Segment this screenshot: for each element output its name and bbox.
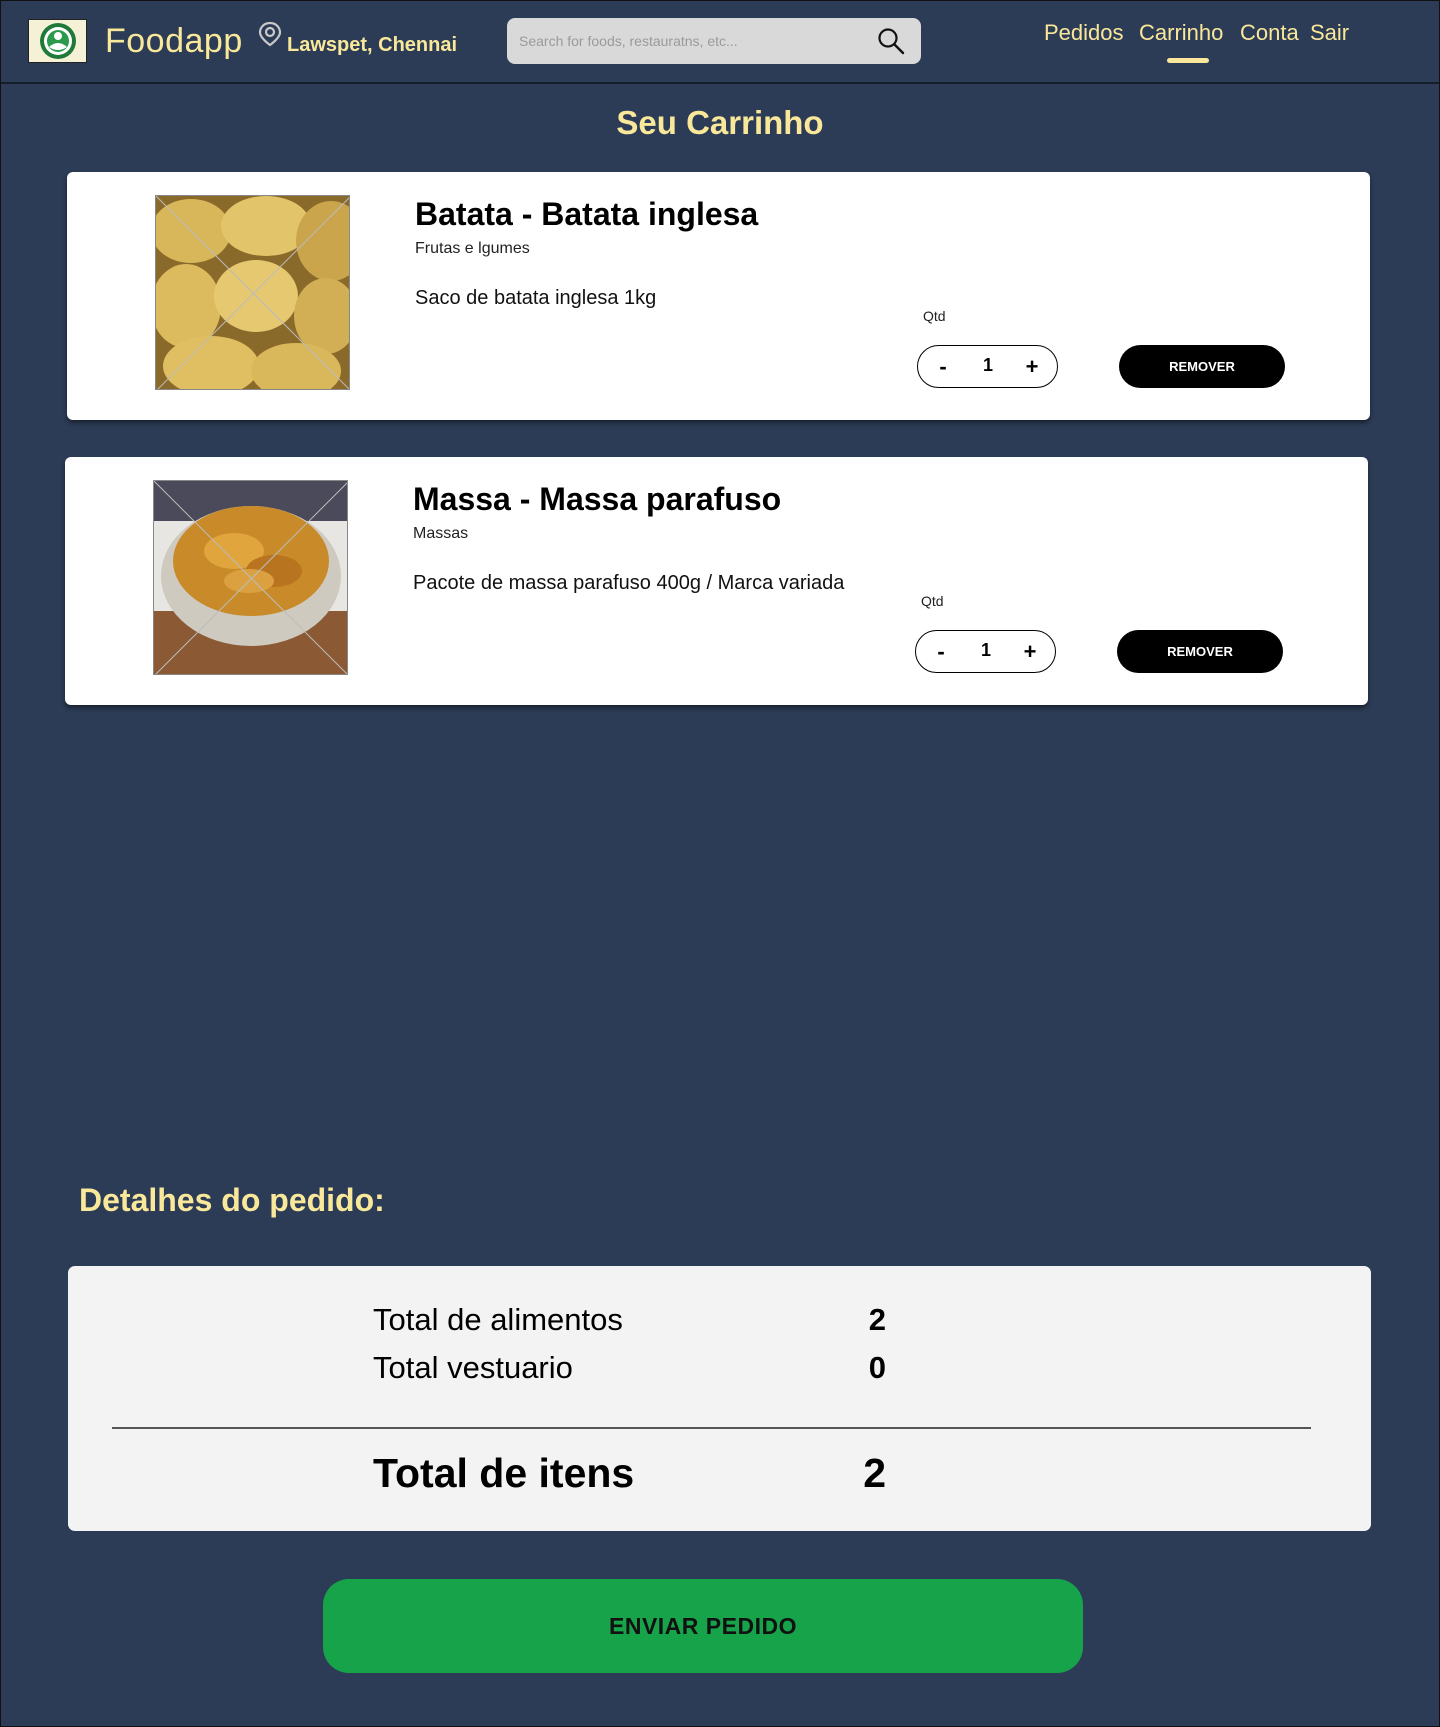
cart-item: Massa - Massa parafuso Massas Pacote de … <box>65 457 1368 705</box>
quantity-label: Qtd <box>921 593 944 609</box>
order-summary: Total de alimentos 2 Total vestuario 0 T… <box>68 1266 1371 1531</box>
decrease-quantity-button[interactable]: - <box>926 637 956 667</box>
product-image <box>155 195 350 390</box>
quantity-stepper: - 1 + <box>917 345 1058 388</box>
quantity-label: Qtd <box>923 308 946 324</box>
quantity-value: 1 <box>982 355 993 375</box>
pasta-image <box>154 481 347 674</box>
potato-image <box>156 196 349 389</box>
product-category: Frutas e lgumes <box>415 240 530 257</box>
search-input[interactable] <box>519 28 859 54</box>
cart-item: Batata - Batata inglesa Frutas e lgumes … <box>67 172 1370 420</box>
product-title: Massa - Massa parafuso <box>413 481 782 517</box>
nav-sair[interactable]: Sair <box>1310 20 1349 46</box>
active-nav-indicator <box>1167 58 1209 63</box>
top-bar: Foodapp Lawspet, Chennai Pedidos Carrinh… <box>0 0 1440 84</box>
location-pin-icon <box>258 21 282 47</box>
items-total-value: 2 <box>863 1450 886 1496</box>
quantity-value: 1 <box>980 640 991 660</box>
product-title: Batata - Batata inglesa <box>415 196 759 232</box>
product-category: Massas <box>413 525 469 542</box>
search-bar[interactable] <box>507 18 921 64</box>
increase-quantity-button[interactable]: + <box>1017 352 1047 382</box>
increase-quantity-button[interactable]: + <box>1015 637 1045 667</box>
clothing-total-label: Total vestuario <box>373 1350 573 1385</box>
decrease-quantity-button[interactable]: - <box>928 352 958 382</box>
remove-button[interactable]: REMOVER <box>1119 345 1285 388</box>
summary-divider <box>112 1427 1311 1429</box>
items-total-label: Total de itens <box>373 1450 635 1496</box>
product-description: Pacote de massa parafuso 400g / Marca va… <box>413 572 845 594</box>
clothing-total-value: 0 <box>868 1350 886 1385</box>
logo-emblem-icon <box>39 23 76 59</box>
submit-order-button[interactable]: ENVIAR PEDIDO <box>323 1579 1083 1673</box>
search-icon[interactable] <box>877 27 905 55</box>
nav-pedidos[interactable]: Pedidos <box>1044 20 1124 46</box>
location-label[interactable]: Lawspet, Chennai <box>287 34 457 57</box>
page-title: Seu Carrinho <box>616 104 824 141</box>
brand-name[interactable]: Foodapp <box>105 22 243 61</box>
remove-button[interactable]: REMOVER <box>1117 630 1283 673</box>
food-total-value: 2 <box>868 1302 886 1337</box>
order-details-title: Detalhes do pedido: <box>79 1182 385 1218</box>
nav-carrinho[interactable]: Carrinho <box>1139 20 1223 46</box>
food-total-label: Total de alimentos <box>373 1302 623 1337</box>
quantity-stepper: - 1 + <box>915 630 1056 673</box>
logo[interactable] <box>28 19 87 63</box>
nav-conta[interactable]: Conta <box>1240 20 1299 46</box>
product-image <box>153 480 348 675</box>
product-description: Saco de batata inglesa 1kg <box>415 287 657 309</box>
